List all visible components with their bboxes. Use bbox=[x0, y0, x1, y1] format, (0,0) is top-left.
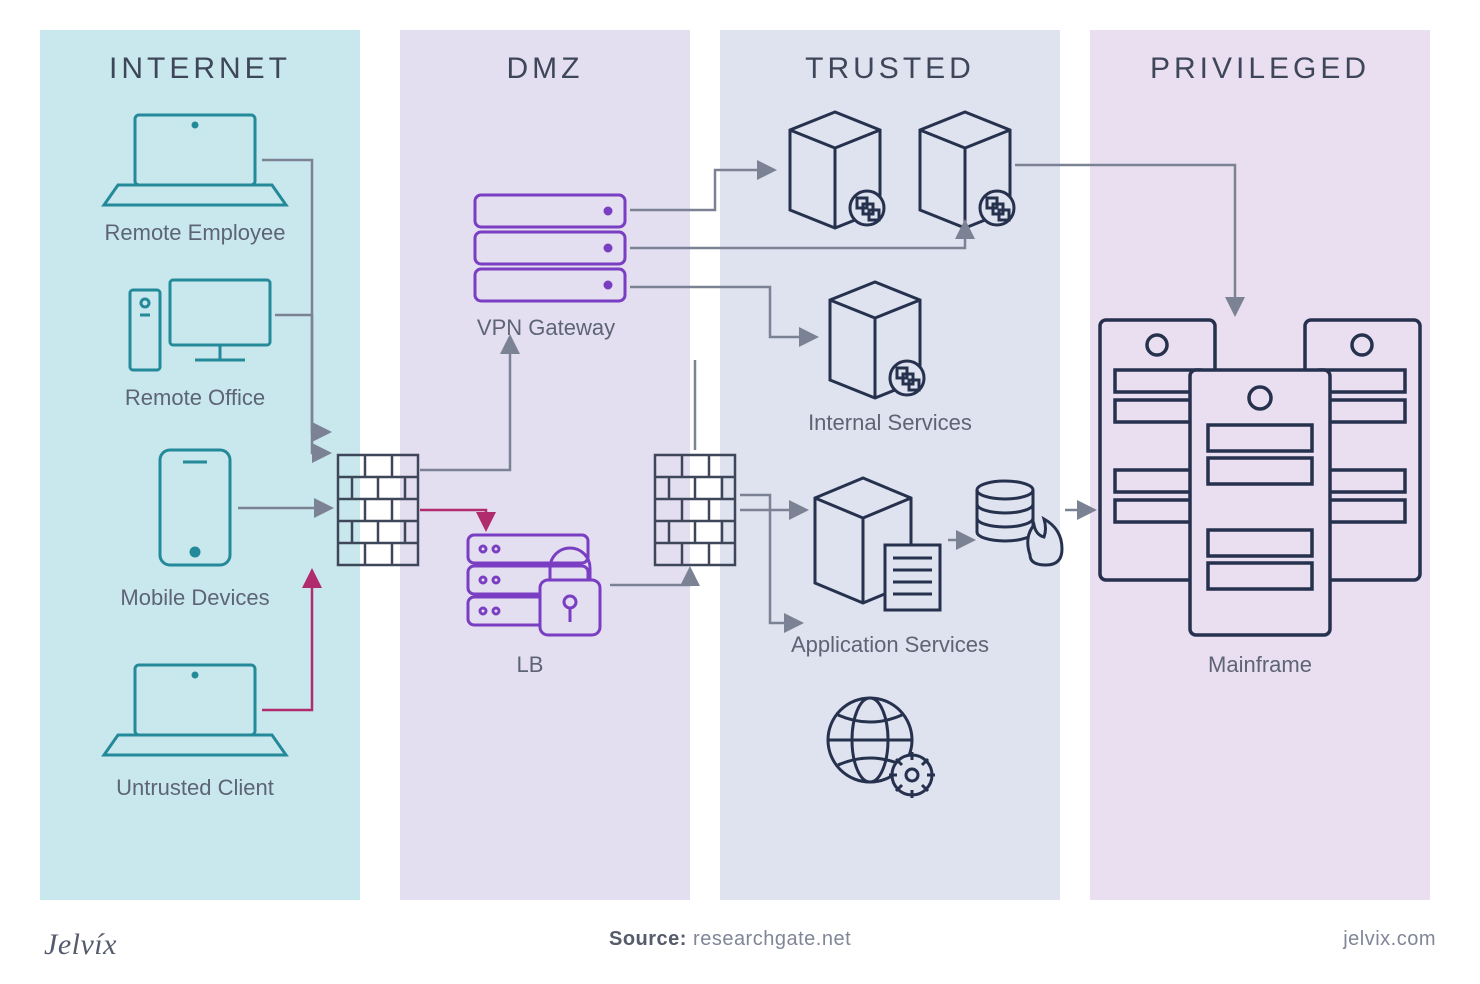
diagram-page: INTERNET DMZ TRUSTED PRIVILEGED Remote E… bbox=[0, 0, 1480, 984]
source-text: Source: researchgate.net bbox=[609, 928, 851, 962]
footer: Jelvíx Source: researchgate.net jelvix.c… bbox=[0, 928, 1480, 962]
remote-office-label: Remote Office bbox=[125, 385, 265, 410]
application-services-label: Application Services bbox=[791, 632, 989, 657]
remote-employee-label: Remote Employee bbox=[105, 220, 286, 245]
untrusted-client-label: Untrusted Client bbox=[116, 775, 274, 800]
zone-title-internet: INTERNET bbox=[109, 52, 291, 85]
internal-services-label: Internal Services bbox=[808, 410, 972, 435]
zone-title-trusted: TRUSTED bbox=[805, 52, 975, 85]
diagram-canvas: INTERNET DMZ TRUSTED PRIVILEGED Remote E… bbox=[0, 0, 1480, 984]
brand-logo: Jelvíx bbox=[44, 928, 117, 962]
zone-title-dmz: DMZ bbox=[507, 52, 584, 85]
site-url: jelvix.com bbox=[1343, 928, 1436, 962]
zone-title-privileged: PRIVILEGED bbox=[1150, 52, 1370, 85]
lb-label: LB bbox=[517, 652, 544, 677]
zone-dmz bbox=[400, 30, 690, 900]
mobile-devices-label: Mobile Devices bbox=[120, 585, 269, 610]
mainframe-label: Mainframe bbox=[1208, 652, 1312, 677]
vpn-gateway-label: VPN Gateway bbox=[477, 315, 615, 340]
